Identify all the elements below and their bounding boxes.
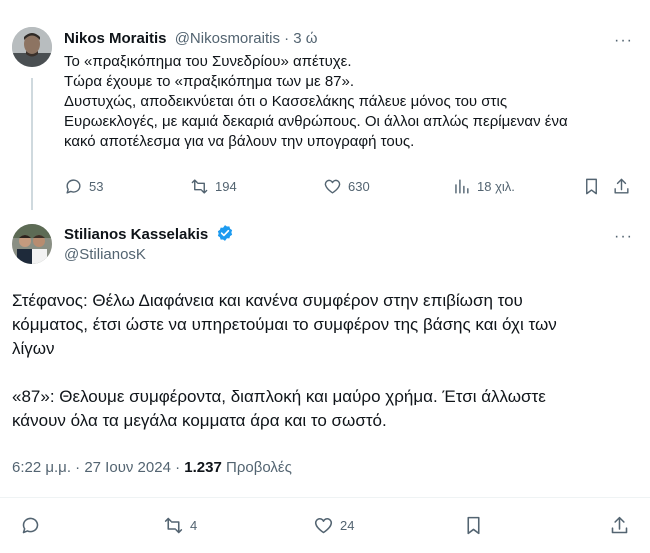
reply-button[interactable]: 53: [64, 177, 103, 196]
avatar-photo-icon: [12, 224, 52, 264]
tweet-meta: 6:22 μ.μ. · 27 Ιουν 2024 · 1.237 Προβολέ…: [12, 459, 292, 476]
bookmark-button[interactable]: [582, 177, 601, 196]
more-icon: ···: [614, 228, 633, 245]
reply-line: Τώρα έχουμε το «πραξικόπημα των με 87».: [64, 73, 355, 90]
tweet-date[interactable]: 27 Ιουν 2024: [84, 459, 171, 476]
author-name[interactable]: Stilianos Kasselakis: [64, 226, 208, 243]
comment-icon: [66, 179, 81, 194]
reply-header: Nikos Moraitis @Nikosmoraitis · 3 ώ: [64, 30, 318, 47]
avatar[interactable]: [12, 27, 52, 67]
repost-icon: [164, 517, 183, 534]
author-handle[interactable]: @Nikosmoraitis: [175, 30, 280, 47]
heart-icon: [324, 179, 341, 194]
views-label: Προβολές: [226, 459, 292, 476]
share-icon: [614, 178, 629, 194]
avatar-photo-icon: [12, 27, 52, 67]
reply-button[interactable]: [20, 515, 47, 536]
views-button[interactable]: 18 χιλ.: [452, 177, 515, 196]
bookmark-icon: [586, 178, 597, 195]
share-button[interactable]: [612, 177, 631, 196]
like-button[interactable]: 24: [313, 515, 354, 536]
views-count: 18 χιλ.: [477, 179, 515, 194]
thread-line: [31, 78, 33, 210]
body-line: Στέφανος: Θέλω Διαφάνεια και κανένα συμφ…: [12, 291, 523, 310]
more-options-button[interactable]: ···: [614, 33, 633, 49]
divider: [0, 497, 650, 498]
avatar[interactable]: [12, 224, 52, 264]
like-count: 24: [340, 518, 355, 533]
like-button[interactable]: 630: [323, 177, 370, 196]
body-line: «87»: Θελουμε συμφέροντα, διαπλοκή και μ…: [12, 387, 546, 406]
repost-button[interactable]: 4: [163, 515, 197, 536]
separator: ·: [284, 30, 290, 47]
repost-icon: [191, 179, 208, 194]
repost-count: 4: [190, 518, 198, 533]
verified-badge-icon: [216, 224, 234, 242]
reply-line: Το «πραξικόπημα του Συνεδρίου» απέτυχε.: [64, 53, 352, 70]
reply-count: 53: [89, 179, 104, 194]
timestamp[interactable]: 3 ώ: [293, 30, 317, 47]
author-handle[interactable]: @StilianosK: [64, 246, 146, 263]
tweet-time[interactable]: 6:22 μ.μ.: [12, 459, 71, 476]
more-icon: ···: [614, 32, 633, 49]
views-chart-icon: [455, 179, 469, 194]
views-count: 1.237: [184, 459, 222, 476]
reply-line: Ευρωεκλογές, με καμιά δεκαριά ανθρώπους.…: [64, 113, 568, 130]
body-line: κάνουν όλα τα μεγάλα κομματα άρα και το …: [12, 411, 387, 430]
body-line: κόμματος, έτσι ώστε να υπηρετούμαι το συ…: [12, 315, 557, 334]
main-body: Στέφανος: Θέλω Διαφάνεια και κανένα συμφ…: [12, 289, 638, 433]
repost-button[interactable]: 194: [190, 177, 237, 196]
more-options-button[interactable]: ···: [614, 229, 633, 245]
comment-icon: [22, 517, 39, 534]
reply-line: Δυστυχώς, αποδεικνύεται ότι ο Κασσελάκης…: [64, 93, 508, 110]
bookmark-button[interactable]: [463, 515, 484, 536]
main-header: Stilianos Kasselakis: [64, 224, 234, 244]
author-name[interactable]: Nikos Moraitis: [64, 30, 167, 47]
meta-separator: ·: [75, 459, 81, 476]
reply-line: κακό αποτέλεσμα για να βάλουν την υπογρα…: [64, 133, 415, 150]
body-line: λίγων: [12, 339, 55, 358]
meta-separator: ·: [175, 459, 181, 476]
like-count: 630: [348, 179, 370, 194]
reply-body: Το «πραξικόπημα του Συνεδρίου» απέτυχε. …: [64, 52, 634, 152]
heart-icon: [314, 517, 333, 534]
share-button[interactable]: [609, 515, 630, 536]
repost-count: 194: [215, 179, 237, 194]
share-icon: [611, 516, 628, 534]
bookmark-icon: [467, 516, 480, 535]
